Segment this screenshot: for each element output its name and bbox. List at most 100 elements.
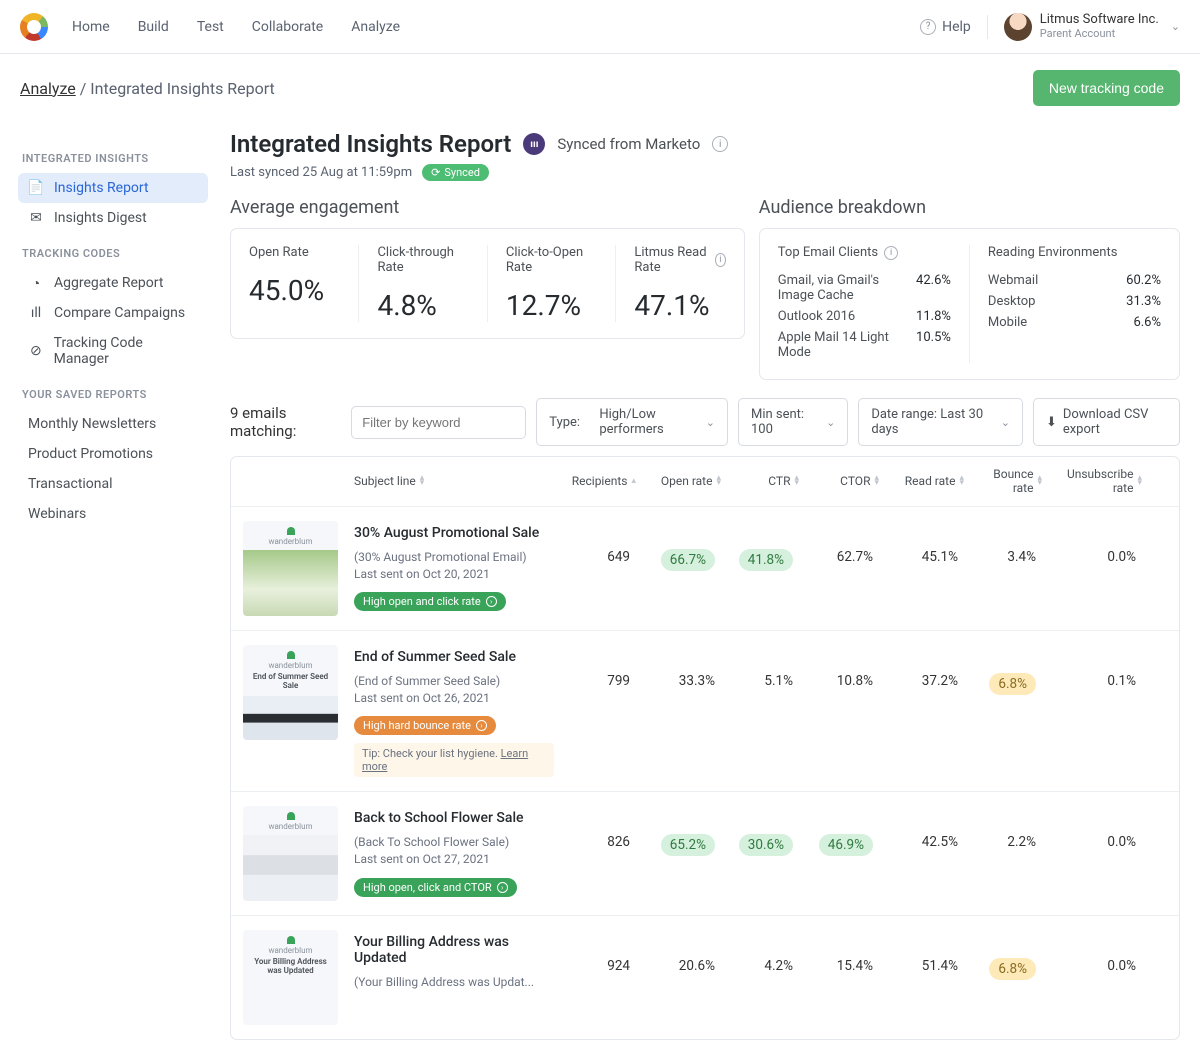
client-row: Apple Mail 14 Light Mode10.5% [778,327,951,363]
col-unsubscribe-rate[interactable]: Unsubscriberate▴▾ [1042,467,1142,496]
env-row: Mobile6.6% [988,312,1161,333]
cell-read-rate: 45.1% [879,521,964,565]
email-thumbnail: wanderblum [243,806,338,901]
cell-ctr: 4.2% [721,930,799,974]
nav-analyze[interactable]: Analyze [351,19,400,35]
sidebar-item-compare-campaigns[interactable]: ıllCompare Campaigns [18,298,208,328]
sort-icon: ▴▾ [1137,476,1142,487]
chevron-down-icon: ⌄ [1171,20,1180,33]
email-subject: Your Billing Address was Updated [354,934,554,966]
email-subject: Back to School Flower Sale [354,810,554,826]
tip-text: Tip: Check your list hygiene. Learn more [354,743,554,777]
help-label: Help [942,19,971,35]
table-header: Subject line▴▾ Recipients▴ Open rate▴▾ C… [231,457,1179,507]
document-icon: 📄 [28,180,44,196]
marketo-icon: ııı [523,133,545,155]
help-link[interactable]: ? Help [920,19,971,35]
breadcrumb-root[interactable]: Analyze [20,79,76,98]
client-row: Outlook 201611.8% [778,306,951,327]
filters-bar: 9 emails matching: Type: High/Low perfor… [230,398,1180,446]
type-select[interactable]: Type: High/Low performers⌄ [536,398,728,446]
cell-unsub-rate: 0.0% [1042,521,1142,565]
sidebar-item-aggregate-report[interactable]: ◔Aggregate Report [18,268,208,298]
chevron-down-icon: ⌄ [826,416,835,429]
refresh-icon: ⟳ [431,166,440,179]
col-read-rate[interactable]: Read rate▴▾ [879,474,964,488]
sidebar-item-insights-digest[interactable]: ✉Insights Digest [18,203,208,233]
tag-icon: ⊘ [28,343,44,359]
metric-read-rate: Litmus Read Ratei47.1% [616,245,743,322]
info-icon[interactable]: i [884,246,898,260]
email-subject: 30% August Promotional Sale [354,525,554,541]
cell-read-rate: 42.5% [879,806,964,850]
engagement-card: Open Rate45.0% Click-through Rate4.8% Cl… [230,228,745,339]
info-icon[interactable]: i [712,136,728,152]
date-range-select[interactable]: Date range: Last 30 days⌄ [858,398,1023,446]
table-row[interactable]: wanderblumYour Billing Address was Updat… [231,916,1179,1039]
cell-read-rate: 37.2% [879,645,964,689]
env-row: Desktop31.3% [988,291,1161,312]
sidebar-item-tracking-code-manager[interactable]: ⊘Tracking Code Manager [18,328,208,374]
table-row[interactable]: wanderblum Back to School Flower Sale (B… [231,792,1179,916]
table-row[interactable]: wanderblum 30% August Promotional Sale (… [231,507,1179,631]
avatar-icon [1004,13,1032,41]
email-meta: (Your Billing Address was Updat... [354,974,554,991]
nav-collaborate[interactable]: Collaborate [252,19,323,35]
col-ctr[interactable]: CTR▴▾ [721,474,799,488]
engagement-title: Average engagement [230,197,745,218]
sidebar-item-transactional[interactable]: Transactional [18,469,208,499]
cell-open-rate: 20.6% [636,930,721,974]
results-count: 9 emails matching: [230,404,337,440]
info-icon[interactable]: i [715,253,726,267]
cell-read-rate: 51.4% [879,930,964,974]
nav-test[interactable]: Test [197,19,224,35]
email-thumbnail: wanderblumYour Billing Address was Updat… [243,930,338,1025]
performance-badge: High open and click rate › [354,592,506,611]
breadcrumb: Analyze / Integrated Insights Report [20,79,275,98]
nav-links: Home Build Test Collaborate Analyze [72,19,400,35]
cell-bounce-rate: 6.8% [964,930,1042,980]
sidebar-item-monthly-newsletters[interactable]: Monthly Newsletters [18,409,208,439]
table-row[interactable]: wanderblumEnd of Summer Seed Sale End of… [231,631,1179,793]
cell-ctr: 30.6% [721,806,799,856]
cell-recipients: 826 [554,806,636,850]
synced-from-label: Synced from Marketo [557,135,700,153]
cell-ctor: 62.7% [799,521,879,565]
top-clients-head: Top Email Clients [778,245,878,260]
nav-build[interactable]: Build [138,19,169,35]
cell-bounce-rate: 3.4% [964,521,1042,565]
keyword-filter-input[interactable] [351,406,526,439]
download-csv-button[interactable]: ⬇Download CSV export [1033,398,1180,446]
email-thumbnail: wanderblum [243,521,338,616]
audience-card: Top Email Clients i Gmail, via Gmail's Im… [759,228,1180,380]
logo-icon[interactable] [20,13,48,41]
cell-unsub-rate: 0.0% [1042,930,1142,974]
col-recipients[interactable]: Recipients▴ [554,474,636,488]
new-tracking-code-button[interactable]: New tracking code [1033,70,1180,106]
cell-bounce-rate: 6.8% [964,645,1042,695]
sidebar-item-webinars[interactable]: Webinars [18,499,208,529]
help-icon: ? [920,19,936,35]
col-bounce-rate[interactable]: Bouncerate▴▾ [964,467,1042,496]
cell-ctor: 10.8% [799,645,879,689]
email-meta: (30% August Promotional Email)Last sent … [354,549,554,583]
learn-more-link[interactable]: Learn more [362,747,528,773]
nav-home[interactable]: Home [72,19,110,35]
account-switcher[interactable]: Litmus Software Inc. Parent Account ⌄ [1004,13,1180,41]
environments-head: Reading Environments [988,245,1161,260]
col-subject[interactable]: Subject line▴▾ [354,474,554,488]
sidebar-item-product-promotions[interactable]: Product Promotions [18,439,208,469]
sidebar-item-insights-report[interactable]: 📄Insights Report [18,173,208,203]
col-ctor[interactable]: CTOR▴▾ [799,474,879,488]
cell-unsub-rate: 0.0% [1042,806,1142,850]
cell-ctor: 46.9% [799,806,879,856]
client-row: Gmail, via Gmail's Image Cache42.6% [778,270,951,306]
breadcrumb-current: Integrated Insights Report [90,79,275,98]
cell-open-rate: 33.3% [636,645,721,689]
col-open-rate[interactable]: Open rate▴▾ [636,474,721,488]
page-title: Integrated Insights Report [230,130,511,158]
divider [987,15,988,39]
min-sent-select[interactable]: Min sent: 100⌄ [738,398,848,446]
email-thumbnail: wanderblumEnd of Summer Seed Sale [243,645,338,740]
cell-unsub-rate: 0.1% [1042,645,1142,689]
